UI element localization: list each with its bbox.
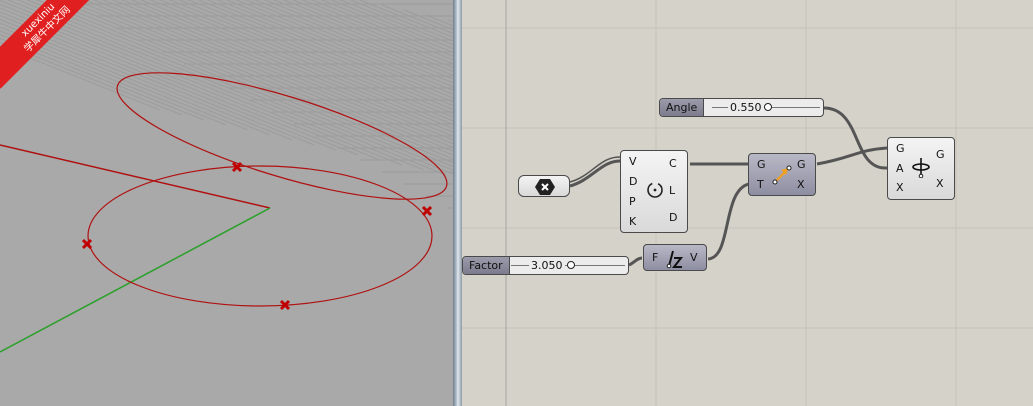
input-port-g[interactable]: G <box>757 159 766 171</box>
output-port-d[interactable]: D <box>669 212 677 224</box>
output-port-v[interactable]: V <box>690 252 698 264</box>
output-port-l[interactable]: L <box>669 185 675 197</box>
slider-knob[interactable] <box>764 103 772 111</box>
slider-knob[interactable] <box>567 261 575 269</box>
slider-value: 0.550 <box>728 99 764 116</box>
input-port-k[interactable]: K <box>629 216 636 228</box>
input-port-d[interactable]: D <box>629 176 637 188</box>
wire-amplitude-to-move <box>707 182 750 261</box>
input-port-t[interactable]: T <box>757 179 764 191</box>
y-axis <box>0 207 271 353</box>
slider-name: Factor <box>463 257 510 274</box>
amplitude-icon <box>666 250 684 269</box>
wire-factor-to-amplitude <box>628 256 643 267</box>
factor-slider[interactable]: Factor 3.050 <box>462 256 629 275</box>
x-axis <box>0 144 271 209</box>
angle-slider[interactable]: Angle 0.550 <box>659 98 824 117</box>
vector-parameter[interactable] <box>518 175 570 197</box>
viewport-grid <box>0 0 453 353</box>
control-point-marker[interactable] <box>421 205 433 217</box>
output-port-g[interactable]: G <box>797 159 806 171</box>
move-component[interactable]: G T G X <box>748 153 816 196</box>
panel-splitter[interactable] <box>453 0 462 406</box>
move-arrow-icon <box>772 165 792 185</box>
input-port-p[interactable]: P <box>629 196 636 208</box>
wire-vector-to-circle <box>569 159 622 188</box>
input-port-g[interactable]: G <box>896 143 905 155</box>
input-port-f[interactable]: F <box>652 252 658 264</box>
circle-component[interactable]: V D P K C L D <box>620 150 688 233</box>
input-port-v[interactable]: V <box>629 156 637 168</box>
output-port-x[interactable]: X <box>936 178 944 190</box>
amplitude-component[interactable]: F V <box>643 244 707 271</box>
slider-name: Angle <box>660 99 705 116</box>
base-ellipse-curve <box>87 165 433 307</box>
circle-arc-icon <box>647 182 663 198</box>
hexagon-x-icon <box>535 179 555 195</box>
output-port-c[interactable]: C <box>669 158 677 170</box>
wires <box>569 106 888 267</box>
control-point-marker[interactable] <box>81 238 93 250</box>
rotate-icon <box>912 158 930 178</box>
grasshopper-canvas[interactable]: V D P K C L D G T G X F V G A X G X Angl… <box>462 0 1033 406</box>
rotate-component[interactable]: G A X G X <box>887 137 955 200</box>
output-port-g[interactable]: G <box>936 149 945 161</box>
output-port-x[interactable]: X <box>797 179 805 191</box>
input-port-a[interactable]: A <box>896 163 904 175</box>
input-port-x[interactable]: X <box>896 182 904 194</box>
slider-value: 3.050 <box>529 257 565 274</box>
wire-move-to-rotate <box>816 146 888 166</box>
rhino-viewport[interactable]: xuexiniu 学犀牛中文网 <box>0 0 453 406</box>
